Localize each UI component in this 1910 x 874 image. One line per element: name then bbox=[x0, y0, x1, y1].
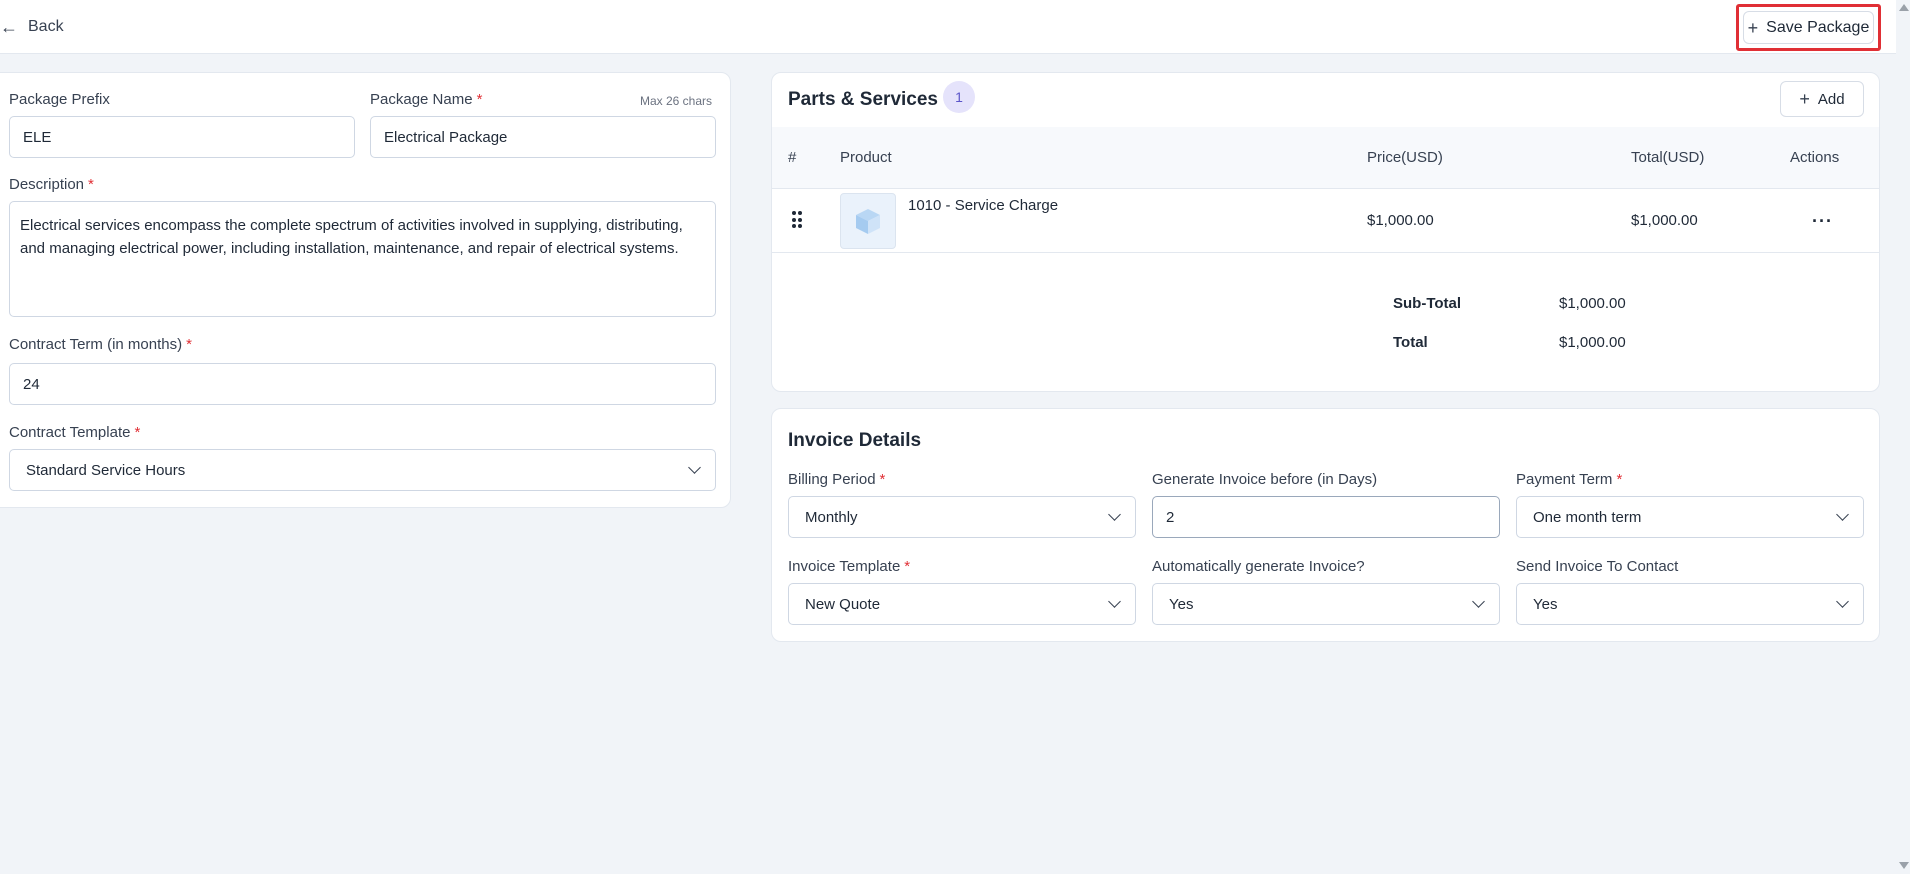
column-number: # bbox=[788, 149, 797, 166]
generate-before-input[interactable]: 2 bbox=[1152, 496, 1500, 538]
row-price: $1,000.00 bbox=[1367, 212, 1434, 229]
package-name-input[interactable]: Electrical Package bbox=[370, 116, 716, 158]
column-price: Price(USD) bbox=[1367, 149, 1443, 166]
invoice-template-select[interactable]: New Quote bbox=[788, 583, 1136, 625]
billing-period-label: Billing Period * bbox=[788, 471, 886, 488]
chevron-down-icon bbox=[1472, 595, 1485, 608]
box-icon bbox=[856, 209, 880, 234]
contract-template-select[interactable]: Standard Service Hours bbox=[9, 449, 716, 491]
chevron-down-icon bbox=[1836, 595, 1849, 608]
contract-term-input[interactable]: 24 bbox=[9, 363, 716, 405]
package-name-label: Package Name * bbox=[370, 91, 483, 108]
invoice-details-card: Invoice Details Billing Period * Monthly … bbox=[771, 408, 1880, 642]
product-thumbnail bbox=[840, 193, 896, 249]
top-bar: ← Back + Save Package bbox=[0, 0, 1896, 54]
chevron-down-icon bbox=[1108, 508, 1121, 521]
back-label: Back bbox=[28, 18, 64, 35]
description-textarea[interactable]: Electrical services encompass the comple… bbox=[9, 201, 716, 317]
payment-term-label: Payment Term * bbox=[1516, 471, 1623, 488]
parts-services-card: Parts & Services 1 + Add # Product Price… bbox=[771, 72, 1880, 392]
contract-template-label: Contract Template * bbox=[9, 424, 141, 441]
package-prefix-label: Package Prefix bbox=[9, 91, 110, 108]
send-to-contact-label: Send Invoice To Contact bbox=[1516, 558, 1679, 575]
package-details-card: Package Prefix ELE Package Name * Max 26 … bbox=[0, 72, 731, 508]
table-row: 1010 - Service Charge $1,000.00 $1,000.0… bbox=[772, 189, 1879, 253]
send-to-contact-select[interactable]: Yes bbox=[1516, 583, 1864, 625]
chevron-down-icon bbox=[688, 461, 701, 474]
generate-before-label: Generate Invoice before (in Days) bbox=[1152, 471, 1378, 488]
column-product: Product bbox=[840, 149, 892, 166]
parts-table-header: # Product Price(USD) Total(USD) Actions bbox=[772, 127, 1879, 189]
drag-handle-icon[interactable] bbox=[792, 211, 802, 229]
row-product[interactable]: 1010 - Service Charge bbox=[908, 197, 1058, 214]
package-prefix-input[interactable]: ELE bbox=[9, 116, 355, 158]
save-package-label: Save Package bbox=[1766, 18, 1870, 36]
more-icon[interactable]: ··· bbox=[1812, 211, 1833, 232]
parts-count-badge: 1 bbox=[943, 81, 975, 113]
invoice-details-title: Invoice Details bbox=[788, 430, 922, 451]
auto-generate-label: Automatically generate Invoice? bbox=[1152, 558, 1365, 575]
chevron-down-icon bbox=[1836, 508, 1849, 521]
save-package-highlight: + Save Package bbox=[1736, 4, 1881, 51]
billing-period-select[interactable]: Monthly bbox=[788, 496, 1136, 538]
description-label: Description * bbox=[9, 176, 94, 193]
arrow-left-icon: ← bbox=[0, 17, 18, 37]
scroll-down-icon[interactable] bbox=[1899, 862, 1909, 869]
package-name-hint: Max 26 chars bbox=[640, 94, 713, 108]
chevron-down-icon bbox=[1108, 595, 1121, 608]
page-scrollbar[interactable] bbox=[1896, 0, 1910, 874]
contract-term-label: Contract Term (in months) * bbox=[9, 336, 192, 353]
scroll-up-icon[interactable] bbox=[1899, 4, 1909, 11]
add-part-button[interactable]: + Add bbox=[1780, 81, 1864, 117]
subtotal-label: Sub-Total bbox=[1393, 295, 1462, 312]
column-actions: Actions bbox=[1790, 149, 1840, 166]
add-label: Add bbox=[1817, 90, 1845, 108]
total-label: Total bbox=[1393, 334, 1428, 351]
plus-icon: + bbox=[1747, 17, 1759, 38]
auto-generate-select[interactable]: Yes bbox=[1152, 583, 1500, 625]
plus-icon: + bbox=[1799, 89, 1810, 109]
row-total: $1,000.00 bbox=[1631, 212, 1698, 229]
payment-term-select[interactable]: One month term bbox=[1516, 496, 1864, 538]
parts-services-title: Parts & Services bbox=[788, 89, 938, 110]
invoice-template-label: Invoice Template * bbox=[788, 558, 911, 575]
save-package-button[interactable]: + Save Package bbox=[1743, 11, 1874, 44]
subtotal-value: $1,000.00 bbox=[1559, 295, 1626, 312]
column-total: Total(USD) bbox=[1631, 149, 1705, 166]
total-value: $1,000.00 bbox=[1559, 334, 1626, 351]
back-button[interactable]: ← Back bbox=[0, 14, 64, 40]
